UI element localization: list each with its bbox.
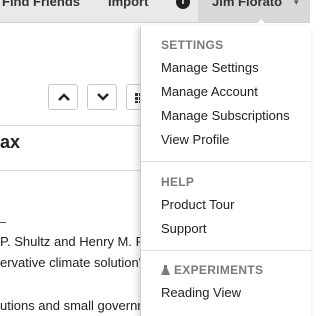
user-name: Jim Fiorato: [212, 0, 283, 9]
flask-icon: [161, 265, 170, 275]
menu-divider: [141, 250, 311, 251]
help-section-header: HELP: [161, 175, 195, 189]
import-link[interactable]: Import: [108, 0, 148, 9]
info-icon[interactable]: i: [176, 0, 190, 9]
caret-down-icon: ▾: [294, 0, 299, 7]
experiments-header-label: EXPERIMENTS: [174, 263, 264, 277]
next-button[interactable]: [87, 84, 117, 110]
settings-section-header: SETTINGS: [161, 38, 224, 52]
article-text-line: P. Shultz and Henry M. P: [0, 234, 145, 249]
menu-divider: [141, 161, 311, 162]
menu-item-manage-subscriptions[interactable]: Manage Subscriptions: [161, 108, 290, 123]
menu-item-support[interactable]: Support: [161, 221, 207, 236]
content-divider: [0, 170, 140, 171]
menu-item-reading-view[interactable]: Reading View: [161, 285, 241, 300]
previous-button[interactable]: [48, 84, 78, 110]
content-divider: [0, 125, 140, 126]
menu-item-manage-settings[interactable]: Manage Settings: [161, 60, 259, 75]
text-fragment: [0, 222, 6, 223]
chevron-up-icon: [58, 93, 70, 101]
find-friends-link[interactable]: Find Friends: [2, 0, 80, 9]
user-dropdown-menu: SETTINGS Manage Settings Manage Account …: [140, 26, 311, 316]
article-text-line: ervative climate solution": [0, 255, 144, 270]
article-text-line: utions and small governm: [0, 298, 149, 313]
experiments-section-header: EXPERIMENTS: [161, 263, 263, 277]
menu-item-view-profile[interactable]: View Profile: [161, 132, 229, 147]
chevron-down-icon: [97, 93, 109, 101]
article-title[interactable]: ax: [0, 132, 20, 153]
menu-item-product-tour[interactable]: Product Tour: [161, 197, 234, 212]
menu-item-manage-account[interactable]: Manage Account: [161, 84, 258, 99]
dropdown-pointer: [254, 19, 268, 26]
